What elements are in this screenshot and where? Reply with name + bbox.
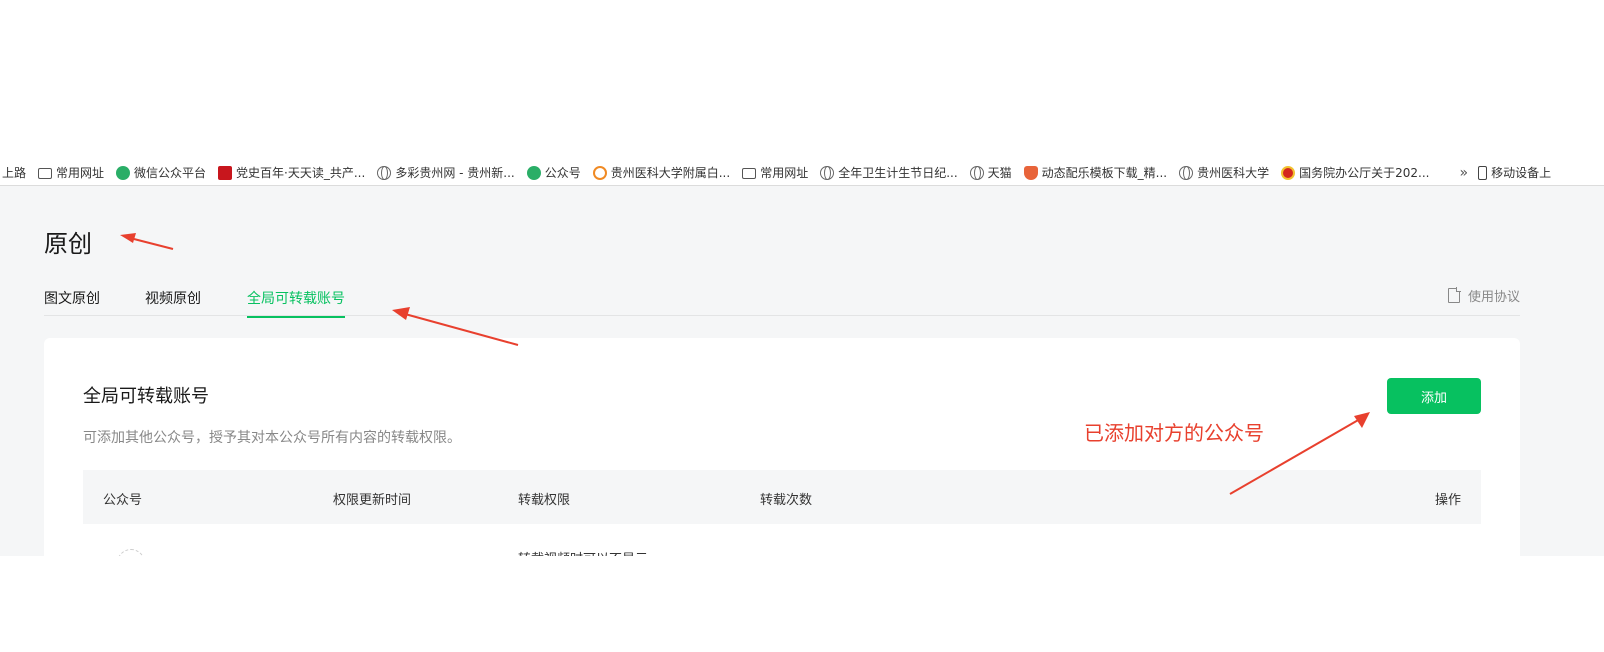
mobile-device-icon — [1478, 165, 1488, 180]
bookmark-label: 微信公众平台 — [134, 166, 207, 180]
bookmark-item[interactable]: 常用网址 — [38, 164, 104, 181]
column-header-repost-count: 转载次数 — [760, 493, 813, 508]
bookmark-label: 天猫 — [987, 166, 1012, 180]
repost-accounts-card: 全局可转载账号 可添加其他公众号，授予其对本公众号所有内容的转载权限。 添加 公… — [44, 338, 1520, 556]
globe-icon — [820, 165, 835, 180]
bookmark-label: 全年卫生计生节日纪... — [838, 166, 958, 180]
usage-agreement-label: 使用协议 — [1467, 290, 1520, 305]
card-title: 全局可转载账号 — [83, 386, 209, 407]
bookmark-item[interactable]: 贵州医科大学 — [1179, 164, 1269, 181]
mobile-bookmarks[interactable]: 移动设备上 — [1478, 164, 1551, 181]
bookmarks-bar: 上路 常用网址 微信公众平台 党史百年·天天读_共产... 多彩贵州网 - 贵州… — [0, 160, 1604, 186]
bookmark-label: 常用网址 — [760, 166, 809, 180]
bookmark-label: 国务院办公厅关于202... — [1299, 166, 1430, 180]
wechat-icon — [526, 165, 541, 180]
page-title: 原创 — [44, 230, 92, 258]
card-description: 可添加其他公众号，授予其对本公众号所有内容的转载权限。 — [83, 430, 461, 446]
bookmark-item[interactable]: 常用网址 — [742, 164, 808, 181]
bookmark-label: 多彩贵州网 - 贵州新... — [395, 166, 515, 180]
bookmark-item[interactable]: 贵州医科大学附属白... — [592, 164, 731, 181]
bookmark-label: 上路 — [2, 166, 27, 180]
page-content: 原创 图文原创 视频原创 全局可转载账号 使用协议 全局可转载账号 可添加其他公… — [0, 186, 1604, 556]
globe-icon — [1179, 165, 1194, 180]
bookmark-label: 公众号 — [544, 166, 581, 180]
folder-icon — [742, 168, 757, 179]
bookmark-item[interactable]: 全年卫生计生节日纪... — [820, 164, 958, 181]
bookmark-label: 移动设备上 — [1491, 166, 1552, 180]
bookmark-item[interactable]: 动态配乐模板下载_精... — [1023, 164, 1168, 181]
table-header: 公众号 权限更新时间 转载权限 转载次数 操作 — [83, 470, 1481, 524]
permission-cell: 转载视频时可以不显示 — [518, 548, 648, 556]
bookmark-item[interactable]: 天猫 — [969, 164, 1012, 181]
bookmark-label: 动态配乐模板下载_精... — [1041, 166, 1168, 180]
tab-bar: 图文原创 视频原创 全局可转载账号 使用协议 — [44, 286, 1520, 318]
globe-icon — [377, 165, 392, 180]
bookmark-item[interactable]: 微信公众平台 — [116, 164, 206, 181]
tab-image-text-original[interactable]: 图文原创 — [44, 288, 100, 316]
bookmark-label: 贵州医科大学 — [1197, 166, 1270, 180]
bookmark-item[interactable]: 党史百年·天天读_共产... — [218, 164, 365, 181]
avatar — [117, 549, 145, 556]
emblem-icon — [1281, 165, 1296, 180]
tab-video-original[interactable]: 视频原创 — [145, 288, 201, 316]
add-button[interactable]: 添加 — [1387, 378, 1481, 414]
table-row: 转载视频时可以不显示 — [83, 524, 1481, 556]
party-icon — [218, 165, 233, 180]
annotation-text: 已添加对方的公众号 — [1084, 421, 1264, 445]
column-header-actions: 操作 — [1434, 493, 1461, 508]
folder-icon — [38, 168, 53, 179]
bookmark-item[interactable]: 公众号 — [526, 164, 581, 181]
column-header-updated-time: 权限更新时间 — [333, 493, 412, 508]
fox-icon — [1023, 165, 1038, 180]
play-circle-icon — [592, 165, 607, 180]
bookmark-item[interactable]: 国务院办公厅关于202... — [1281, 164, 1430, 181]
wechat-icon — [116, 165, 131, 180]
bookmark-label: 贵州医科大学附属白... — [610, 166, 731, 180]
document-icon — [1447, 287, 1461, 303]
column-header-permission: 转载权限 — [518, 493, 571, 508]
more-bookmarks-icon[interactable]: » — [1460, 165, 1469, 181]
tab-global-repost-accounts[interactable]: 全局可转载账号 — [247, 288, 345, 318]
usage-agreement-link[interactable]: 使用协议 — [1447, 286, 1520, 305]
bookmark-item[interactable]: 上路 — [2, 164, 26, 181]
bookmark-label: 常用网址 — [56, 166, 105, 180]
column-header-account: 公众号 — [103, 493, 143, 508]
globe-icon — [969, 165, 984, 180]
bookmark-label: 党史百年·天天读_共产... — [236, 166, 366, 180]
bookmark-item[interactable]: 多彩贵州网 - 贵州新... — [377, 164, 515, 181]
